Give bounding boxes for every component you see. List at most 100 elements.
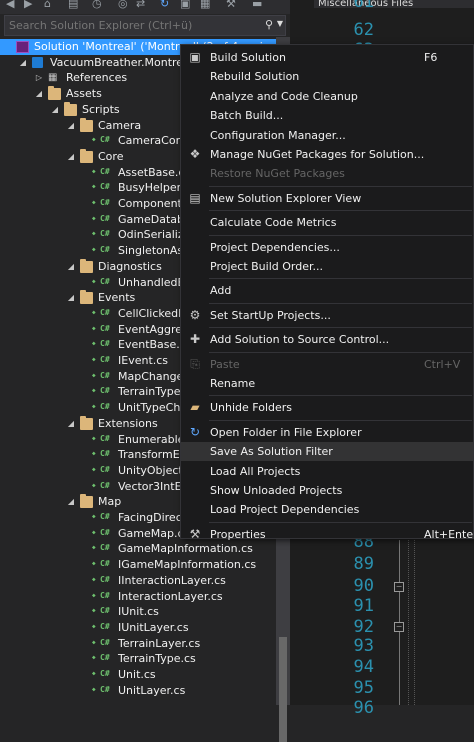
csharp-file-icon: C# (92, 181, 114, 193)
csharp-file-icon: C# (92, 480, 114, 492)
csharp-file-icon: C# (92, 244, 114, 256)
menu-item-build-solution[interactable]: ▣ Build Solution F6 (181, 48, 473, 67)
menu-item-show-unloaded-projects[interactable]: Show Unloaded Projects (181, 481, 473, 500)
csharp-file-icon: C# (92, 197, 114, 209)
menu-item-open-folder-in-file-explorer[interactable]: ↻ Open Folder in File Explorer (181, 423, 473, 442)
line-number: 92 (353, 617, 374, 637)
expanded-arrow-icon[interactable]: ◢ (66, 416, 76, 432)
folder-icon (80, 415, 93, 430)
menu-item-unhide-folders[interactable]: ▰ Unhide Folders (181, 398, 473, 417)
csharp-file-icon: C# (92, 527, 114, 539)
wrench-icon: ⚒ (189, 526, 201, 541)
references-icon: ▦ (48, 72, 58, 84)
preview-icon[interactable]: ▬ (252, 0, 262, 11)
menu-item-label: Rebuild Solution (210, 70, 300, 84)
menu-separator (209, 521, 472, 523)
tree-scrollbar-thumb[interactable] (279, 637, 287, 742)
menu-item-add-solution-to-source-control[interactable]: ✚ Add Solution to Source Control... (181, 330, 473, 349)
collapse-region-icon[interactable]: − (394, 622, 404, 632)
menu-item-project-build-order[interactable]: Project Build Order... (181, 257, 473, 276)
line-number: 95 (353, 678, 374, 698)
folder-icon (64, 101, 77, 116)
menu-item-save-as-solution-filter[interactable]: Save As Solution Filter (181, 442, 473, 462)
expanded-arrow-icon[interactable]: ◢ (66, 259, 76, 275)
menu-item-analyze-and-code-cleanup[interactable]: Analyze and Code Cleanup (181, 87, 473, 106)
search-options-chevron-down-icon[interactable]: ▼ (277, 19, 283, 28)
forward-icon[interactable]: ▶ (24, 0, 32, 11)
tree-item-label: References (66, 71, 128, 85)
folder-icon (80, 148, 93, 163)
menu-item-batch-build[interactable]: Batch Build... (181, 106, 473, 125)
csharp-file-icon: C# (92, 228, 114, 240)
menu-separator (209, 185, 472, 187)
tree-file-row[interactable]: C# IGameMapInformation.cs (0, 557, 276, 573)
menu-item-label: Project Build Order... (210, 260, 323, 273)
show-all-files-icon[interactable]: ▦ (200, 0, 210, 11)
tree-item-label: Diagnostics (98, 259, 162, 273)
menu-item-add[interactable]: Add (181, 281, 473, 300)
tree-file-row[interactable]: C# TerrainLayer.cs (0, 636, 276, 652)
menu-item-set-startup-projects[interactable]: ⚙ Set StartUp Projects... (181, 306, 473, 325)
csharp-file-icon: C# (92, 433, 114, 445)
tree-file-row[interactable]: C# InteractionLayer.cs (0, 589, 276, 605)
line-number: 89 (353, 554, 374, 574)
expanded-arrow-icon[interactable]: ◢ (66, 494, 76, 510)
tree-file-row[interactable]: C# UnitLayer.cs (0, 683, 276, 699)
menu-item-new-solution-explorer-view[interactable]: ▤ New Solution Explorer View (181, 189, 473, 208)
menu-item-label: Load All Projects (210, 464, 301, 478)
menu-item-shortcut: Alt+Enter (424, 527, 474, 541)
tree-item-label: TerrainLayer.cs (118, 636, 201, 650)
search-icon[interactable]: ⚲ (265, 18, 273, 31)
refresh-icon[interactable]: ↻ (160, 0, 169, 11)
build-icon: ▣ (189, 50, 201, 64)
expanded-arrow-icon[interactable]: ◢ (66, 149, 76, 165)
indent-guide (414, 540, 416, 705)
tree-item-label: Unit.cs (118, 668, 156, 681)
menu-item-properties[interactable]: ⚒ Properties Alt+Enter (181, 525, 474, 544)
csharp-file-icon: C# (92, 574, 114, 586)
menu-item-label: Open Folder in File Explorer (210, 425, 362, 439)
collapse-all-icon[interactable]: ▣ (180, 0, 190, 11)
home-icon[interactable]: ⌂ (44, 0, 51, 11)
expanded-arrow-icon[interactable]: ◢ (34, 86, 44, 102)
history-icon[interactable]: ◷ (92, 0, 102, 11)
expanded-arrow-icon[interactable]: ◢ (18, 55, 28, 71)
menu-item-label: Calculate Code Metrics (210, 216, 337, 230)
search-input[interactable] (9, 17, 259, 34)
menu-item-rebuild-solution[interactable]: Rebuild Solution (181, 67, 473, 86)
menu-item-paste: ⎘ Paste Ctrl+V (181, 355, 473, 374)
csharp-file-icon: C# (92, 385, 114, 397)
tree-file-row[interactable]: C# IUnitLayer.cs (0, 620, 276, 636)
tree-file-row[interactable]: C# IInteractionLayer.cs (0, 573, 276, 589)
menu-item-manage-nuget-packages-for-solution[interactable]: ❖ Manage NuGet Packages for Solution... (181, 145, 473, 164)
tree-item-label: Events (98, 291, 136, 305)
menu-item-rename[interactable]: Rename (181, 374, 473, 393)
menu-item-label: Paste (210, 357, 240, 371)
tree-file-row[interactable]: C# Unit.cs (0, 667, 276, 683)
back-icon[interactable]: ◀ (6, 0, 14, 11)
expanded-arrow-icon[interactable]: ◢ (66, 290, 76, 306)
pending-changes-icon[interactable]: ◎ (118, 0, 128, 11)
csharp-file-icon: C# (92, 637, 114, 649)
csharp-file-icon: C# (92, 684, 114, 696)
tree-file-row[interactable]: C# TerrainType.cs (0, 651, 276, 667)
menu-item-calculate-code-metrics[interactable]: Calculate Code Metrics (181, 213, 473, 232)
menu-separator (209, 327, 472, 329)
tree-item-label: IUnitLayer.cs (118, 620, 189, 634)
tree-file-row[interactable]: C# IUnit.cs (0, 604, 276, 620)
menu-item-load-project-dependencies[interactable]: Load Project Dependencies (181, 500, 473, 519)
menu-item-load-all-projects[interactable]: Load All Projects (181, 462, 473, 481)
menu-item-configuration-manager[interactable]: Configuration Manager... (181, 126, 473, 145)
menu-item-label: Configuration Manager... (210, 128, 346, 142)
sync-icon[interactable]: ⇄ (136, 0, 145, 11)
menu-item-project-dependencies[interactable]: Project Dependencies... (181, 238, 473, 257)
expanded-arrow-icon[interactable]: ◢ (50, 102, 60, 118)
switch-views-icon[interactable]: ▤ (68, 0, 78, 11)
menu-item-label: Restore NuGet Packages (210, 167, 345, 181)
properties-wrench-icon[interactable]: ⚒ (226, 0, 236, 11)
collapsed-arrow-icon[interactable]: ▷ (34, 70, 44, 86)
menu-item-label: Properties (210, 527, 266, 541)
csharp-file-icon: C# (92, 590, 114, 602)
collapse-region-icon[interactable]: − (394, 582, 404, 592)
expanded-arrow-icon[interactable]: ◢ (66, 118, 76, 134)
